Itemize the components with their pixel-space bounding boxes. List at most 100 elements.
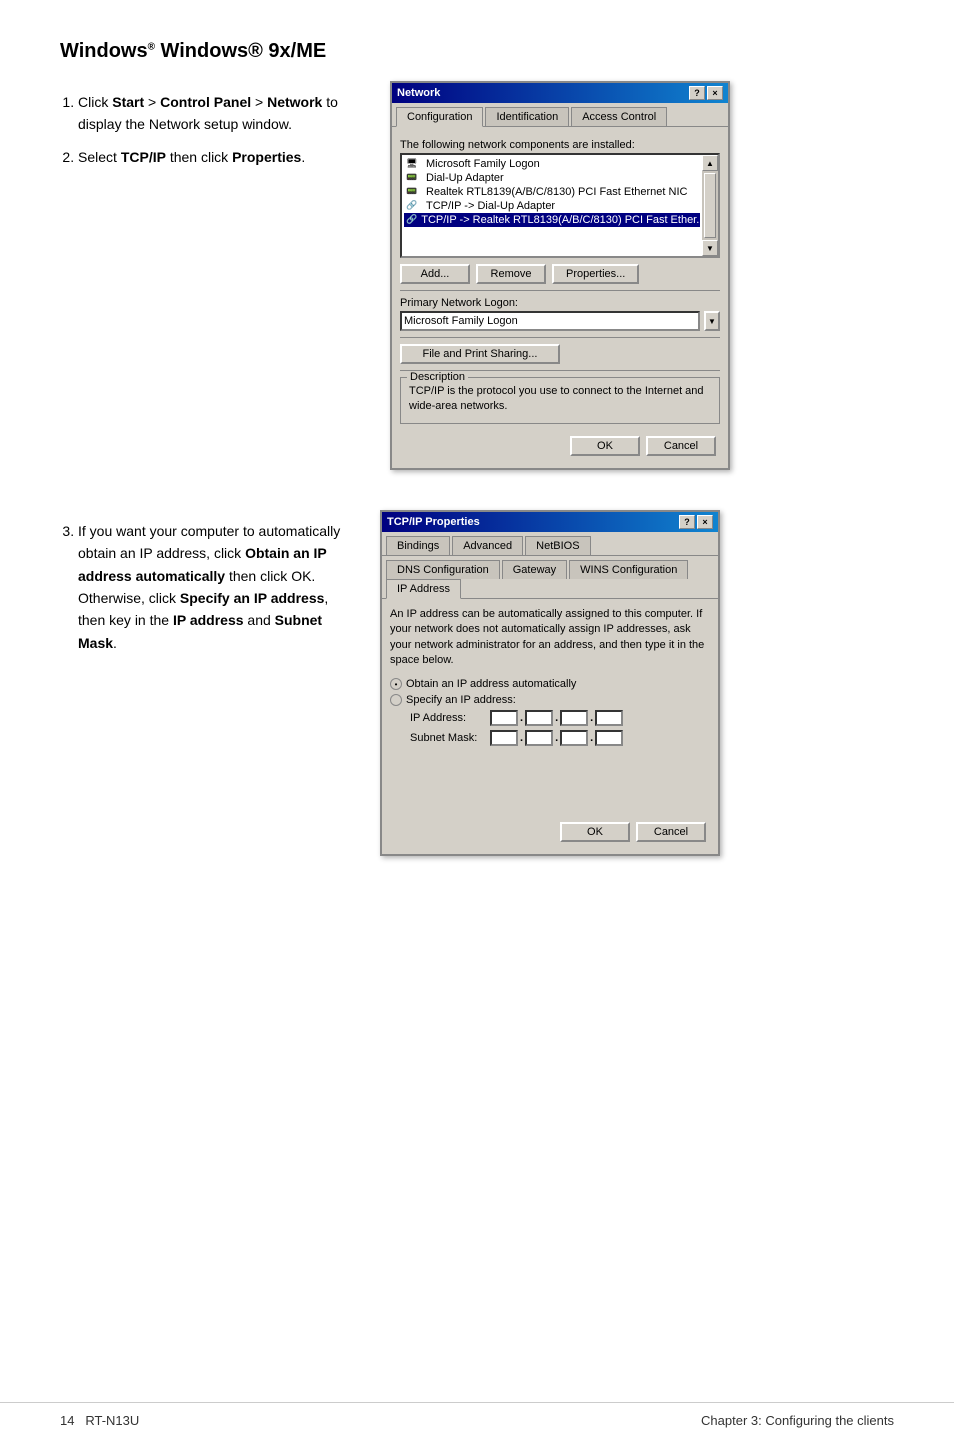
icon-family-logon: 🖥: [406, 158, 422, 170]
ip-address-label: IP Address:: [410, 712, 490, 724]
steps-1-2-row: Click Start > Control Panel > Network to…: [60, 81, 894, 470]
list-item-5[interactable]: 🔗 TCP/IP -> Realtek RTL8139(A/B/C/8130) …: [404, 213, 700, 227]
ip-dot-2: .: [555, 712, 558, 724]
radio-auto-btn[interactable]: [390, 678, 402, 690]
network-dialog: Network ? × Configuration Identification…: [390, 81, 730, 470]
step-3: If you want your computer to automatical…: [78, 520, 350, 654]
tab-ipaddress[interactable]: IP Address: [386, 579, 461, 599]
separator-1: [400, 290, 720, 291]
ip-address-group: IP Address: . . .: [410, 710, 710, 726]
radio-specify-row: Specify an IP address:: [390, 694, 710, 706]
ok-button[interactable]: OK: [570, 436, 640, 456]
properties-button[interactable]: Properties...: [552, 264, 639, 284]
tcpip-titlebar: TCP/IP Properties ? ×: [382, 512, 718, 532]
component-buttons: Add... Remove Properties...: [400, 264, 720, 284]
logon-dropdown-arrow[interactable]: ▼: [704, 311, 720, 331]
subnet-dot-3: .: [590, 732, 593, 744]
superscript-r: ®: [148, 41, 155, 52]
ip-dot-1: .: [520, 712, 523, 724]
icon-realtek: 📟: [406, 186, 422, 198]
scroll-thumb[interactable]: [704, 173, 716, 238]
steps-list: Click Start > Control Panel > Network to…: [60, 91, 360, 168]
tcpip-help-btn[interactable]: ?: [679, 515, 695, 529]
step3-ip: IP address: [173, 612, 244, 628]
tcpip-title: TCP/IP Properties: [387, 516, 480, 528]
step3-specify: Specify an IP address: [180, 590, 324, 606]
list-item-2: 📟 Dial-Up Adapter: [404, 171, 700, 185]
icon-tcpip-realtek: 🔗: [406, 214, 417, 226]
icon-tcpip-dialup: 🔗: [406, 200, 422, 212]
tab-identification[interactable]: Identification: [485, 107, 569, 126]
ip-octet-2[interactable]: [525, 710, 553, 726]
list-content: 🖥 Microsoft Family Logon 📟 Dial-Up Adapt…: [402, 155, 702, 256]
description-label: Description: [407, 371, 468, 383]
subnet-octet-2[interactable]: [525, 730, 553, 746]
cancel-button[interactable]: Cancel: [646, 436, 716, 456]
ip-octet-4[interactable]: [595, 710, 623, 726]
step2-tcpip: TCP/IP: [121, 149, 166, 165]
steps-1-2-text: Click Start > Control Panel > Network to…: [60, 81, 360, 178]
tab-gateway[interactable]: Gateway: [502, 560, 567, 579]
ip-octet-3[interactable]: [560, 710, 588, 726]
radio-specify-btn[interactable]: [390, 694, 402, 706]
network-dialog-title: Network: [397, 87, 440, 99]
add-button[interactable]: Add...: [400, 264, 470, 284]
tcpip-cancel-button[interactable]: Cancel: [636, 822, 706, 842]
subnet-octet-1[interactable]: [490, 730, 518, 746]
subnet-mask-label: Subnet Mask:: [410, 732, 490, 744]
tab-netbios[interactable]: NetBIOS: [525, 536, 590, 555]
components-listbox[interactable]: 🖥 Microsoft Family Logon 📟 Dial-Up Adapt…: [400, 153, 720, 258]
separator-2: [400, 337, 720, 338]
tcpip-ok-button[interactable]: OK: [560, 822, 630, 842]
subnet-octet-4[interactable]: [595, 730, 623, 746]
tcpip-ok-cancel-row: OK Cancel: [390, 818, 710, 846]
description-groupbox: Description TCP/IP is the protocol you u…: [400, 377, 720, 424]
primary-logon-select[interactable]: Microsoft Family Logon: [400, 311, 700, 331]
tcpip-close-btn[interactable]: ×: [697, 515, 713, 529]
ok-cancel-row: OK Cancel: [400, 432, 720, 460]
footer-chapter: Chapter 3: Configuring the clients: [701, 1413, 894, 1428]
ip-octet-1[interactable]: [490, 710, 518, 726]
step1-network: Network: [267, 94, 322, 110]
subnet-octet-3[interactable]: [560, 730, 588, 746]
list-item-4: 🔗 TCP/IP -> Dial-Up Adapter: [404, 199, 700, 213]
radio-specify-label: Specify an IP address:: [406, 694, 516, 706]
titlebar-buttons: ? ×: [689, 86, 723, 100]
tcpip-dialog: TCP/IP Properties ? × Bindings Advanced …: [380, 510, 720, 857]
subnet-dot-1: .: [520, 732, 523, 744]
close-button[interactable]: ×: [707, 86, 723, 100]
primary-logon-row: Microsoft Family Logon ▼: [400, 311, 720, 331]
remove-button[interactable]: Remove: [476, 264, 546, 284]
help-button[interactable]: ?: [689, 86, 705, 100]
page-footer: 14 RT-N13U Chapter 3: Configuring the cl…: [0, 1402, 954, 1438]
step3-list: If you want your computer to automatical…: [60, 520, 350, 654]
page-content: Windows® Windows® 9x/ME Click Start > Co…: [0, 0, 954, 896]
tcpip-dialog-body: An IP address can be automatically assig…: [382, 599, 718, 855]
network-dialog-tabs: Configuration Identification Access Cont…: [392, 103, 728, 127]
list-scrollbar[interactable]: ▲ ▼: [702, 155, 718, 256]
step-1: Click Start > Control Panel > Network to…: [78, 91, 360, 136]
footer-page-model: 14 RT-N13U: [60, 1413, 139, 1428]
tab-wins[interactable]: WINS Configuration: [569, 560, 688, 579]
tcpip-tabs-row1: Bindings Advanced NetBIOS: [382, 532, 718, 556]
section-heading: Windows® Windows® 9x/ME: [60, 40, 894, 63]
icon-dialup: 📟: [406, 172, 422, 184]
tab-configuration[interactable]: Configuration: [396, 107, 483, 127]
tab-dns[interactable]: DNS Configuration: [386, 560, 500, 579]
subnet-dot-2: .: [555, 732, 558, 744]
file-print-sharing-button[interactable]: File and Print Sharing...: [400, 344, 560, 364]
tcpip-body-text: An IP address can be automatically assig…: [390, 607, 710, 669]
tcpip-tabs-row2: DNS Configuration Gateway WINS Configura…: [382, 556, 718, 599]
scroll-down-btn[interactable]: ▼: [702, 240, 718, 256]
step3-obtain-auto: Obtain an IP address automatically: [78, 545, 327, 583]
tcpip-dialog-image: TCP/IP Properties ? × Bindings Advanced …: [380, 510, 894, 857]
scroll-up-btn[interactable]: ▲: [702, 155, 718, 171]
tab-bindings[interactable]: Bindings: [386, 536, 450, 555]
step2-properties: Properties: [232, 149, 301, 165]
installed-label: The following network components are ins…: [400, 139, 720, 151]
step3-row: If you want your computer to automatical…: [60, 510, 894, 857]
network-dialog-body: The following network components are ins…: [392, 127, 728, 468]
footer-model: RT-N13U: [85, 1413, 139, 1428]
tab-access-control[interactable]: Access Control: [571, 107, 667, 126]
tab-advanced[interactable]: Advanced: [452, 536, 523, 555]
